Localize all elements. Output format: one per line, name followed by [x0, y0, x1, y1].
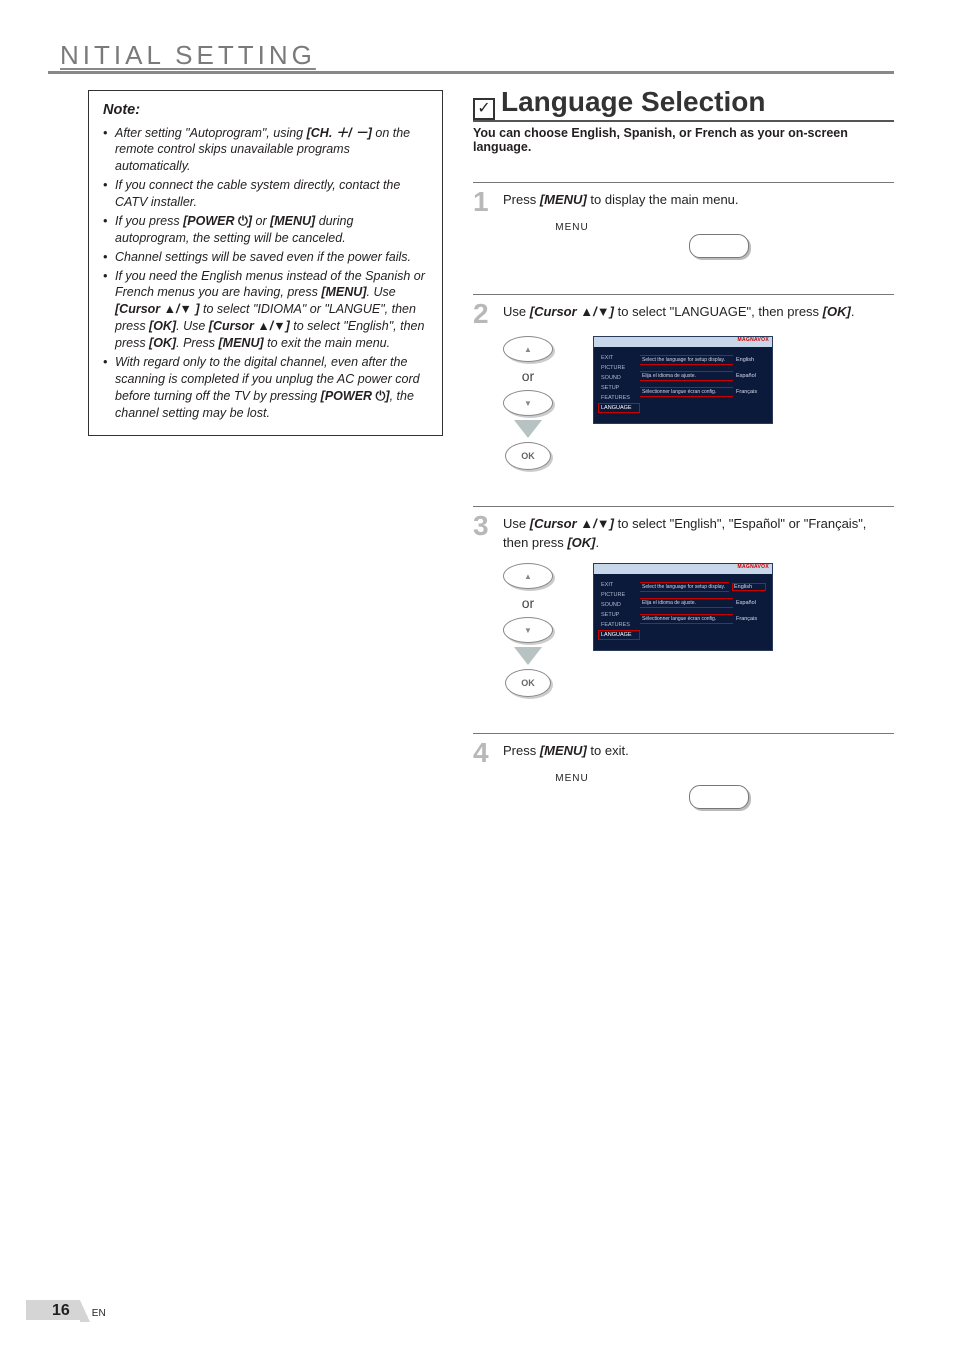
note-item: Channel settings will be saved even if t…: [103, 249, 428, 266]
osd-menu-item: LANGUAGE: [598, 403, 640, 413]
note-list: After setting "Autoprogram", using [CH. …: [103, 125, 428, 422]
arrow-down-icon: [514, 647, 542, 665]
step-1: 1 Press [MENU] to display the main menu.…: [473, 182, 894, 258]
remote-cursor-graphic: ▲ or ▼ OK: [503, 563, 553, 697]
cursor-up-icon: ▲: [503, 563, 553, 589]
step-3: 3 Use [Cursor ▲/▼] to select "English", …: [473, 506, 894, 697]
menu-button-icon: [689, 785, 749, 809]
osd-menu-item: FEATURES: [598, 620, 640, 630]
osd-brand: MAGNAVOX: [738, 337, 769, 343]
step-number: 4: [473, 740, 495, 765]
osd-menu-item: EXIT: [598, 353, 640, 363]
note-item: After setting "Autoprogram", using [CH. …: [103, 125, 428, 176]
section-subtitle: You can choose English, Spanish, or Fren…: [473, 126, 894, 154]
note-title: Note:: [103, 101, 428, 121]
cursor-down-icon: ▼: [503, 390, 553, 416]
osd-menu-item: SOUND: [598, 600, 640, 610]
arrow-down-icon: [514, 420, 542, 438]
section-heading: ✓ Language Selection: [473, 86, 894, 122]
osd-content: Select the language for setup display.En…: [640, 353, 768, 413]
osd-menu-item: PICTURE: [598, 590, 640, 600]
osd-line: Select the language for setup display.: [640, 355, 733, 365]
note-item: If you need the English menus instead of…: [103, 268, 428, 352]
osd-lang-option: Français: [736, 389, 766, 395]
osd-content: Select the language for setup display.En…: [640, 580, 768, 640]
osd-menu-item: EXIT: [598, 580, 640, 590]
page-header: NITIAL SETTING: [48, 40, 894, 74]
osd-menu: EXITPICTURESOUNDSETUPFEATURESLANGUAGE: [598, 353, 640, 413]
cursor-down-icon: ▼: [503, 617, 553, 643]
cursor-up-icon: ▲: [503, 336, 553, 362]
osd-line: Sélectionner langue écran config.: [640, 387, 733, 397]
step-text: Use [Cursor ▲/▼] to select "LANGUAGE", t…: [503, 301, 854, 322]
step-text: Press [MENU] to display the main menu.: [503, 189, 739, 210]
osd-brand: MAGNAVOX: [738, 564, 769, 570]
menu-button-icon: [689, 234, 749, 258]
remote-menu-graphic: MENU: [543, 222, 894, 258]
osd-lang-option: English: [732, 583, 766, 591]
osd-menu-item: PICTURE: [598, 363, 640, 373]
step-text: Press [MENU] to exit.: [503, 740, 629, 761]
osd-menu-item: SETUP: [598, 383, 640, 393]
remote-menu-graphic: MENU: [543, 773, 894, 809]
header-title: NITIAL SETTING: [60, 40, 316, 70]
osd-menu: EXITPICTURESOUNDSETUPFEATURESLANGUAGE: [598, 580, 640, 640]
step-number: 3: [473, 513, 495, 538]
osd-lang-option: Français: [736, 616, 766, 622]
osd-menu-item: SOUND: [598, 373, 640, 383]
note-item: With regard only to the digital channel,…: [103, 354, 428, 422]
osd-lang-option: Español: [736, 373, 766, 379]
note-item: If you press [POWER ⏻] or [MENU] during …: [103, 213, 428, 247]
page-number: 16: [26, 1300, 80, 1320]
menu-label: MENU: [543, 773, 601, 784]
osd-line: Select the language for setup display.: [640, 582, 729, 592]
osd-display: MAGNAVOX EXITPICTURESOUNDSETUPFEATURESLAN…: [593, 563, 773, 651]
osd-line: Sélectionner langue écran config.: [640, 614, 733, 624]
osd-display: MAGNAVOX EXITPICTURESOUNDSETUPFEATURESLAN…: [593, 336, 773, 424]
osd-menu-item: SETUP: [598, 610, 640, 620]
menu-label: MENU: [543, 222, 601, 233]
step-text: Use [Cursor ▲/▼] to select "English", "E…: [503, 513, 894, 553]
step-2: 2 Use [Cursor ▲/▼] to select "LANGUAGE",…: [473, 294, 894, 470]
remote-cursor-graphic: ▲ or ▼ OK: [503, 336, 553, 470]
page-lang: EN: [92, 1308, 106, 1319]
step-number: 1: [473, 189, 495, 214]
page-footer: 16 EN: [26, 1300, 106, 1320]
note-item: If you connect the cable system directly…: [103, 177, 428, 211]
step-number: 2: [473, 301, 495, 326]
checkbox-icon: ✓: [473, 98, 495, 120]
osd-line: Elija el idioma de ajuste.: [640, 371, 733, 381]
osd-lang-option: English: [736, 357, 766, 363]
ok-button-icon: OK: [505, 669, 551, 697]
or-label: or: [522, 595, 534, 611]
section-title: Language Selection: [501, 86, 766, 118]
or-label: or: [522, 368, 534, 384]
osd-line: Elija el idioma de ajuste.: [640, 598, 733, 608]
osd-menu-item: FEATURES: [598, 393, 640, 403]
ok-button-icon: OK: [505, 442, 551, 470]
osd-lang-option: Español: [736, 600, 766, 606]
step-4: 4 Press [MENU] to exit. MENU: [473, 733, 894, 809]
osd-menu-item: LANGUAGE: [598, 630, 640, 640]
note-box: Note: After setting "Autoprogram", using…: [88, 90, 443, 436]
